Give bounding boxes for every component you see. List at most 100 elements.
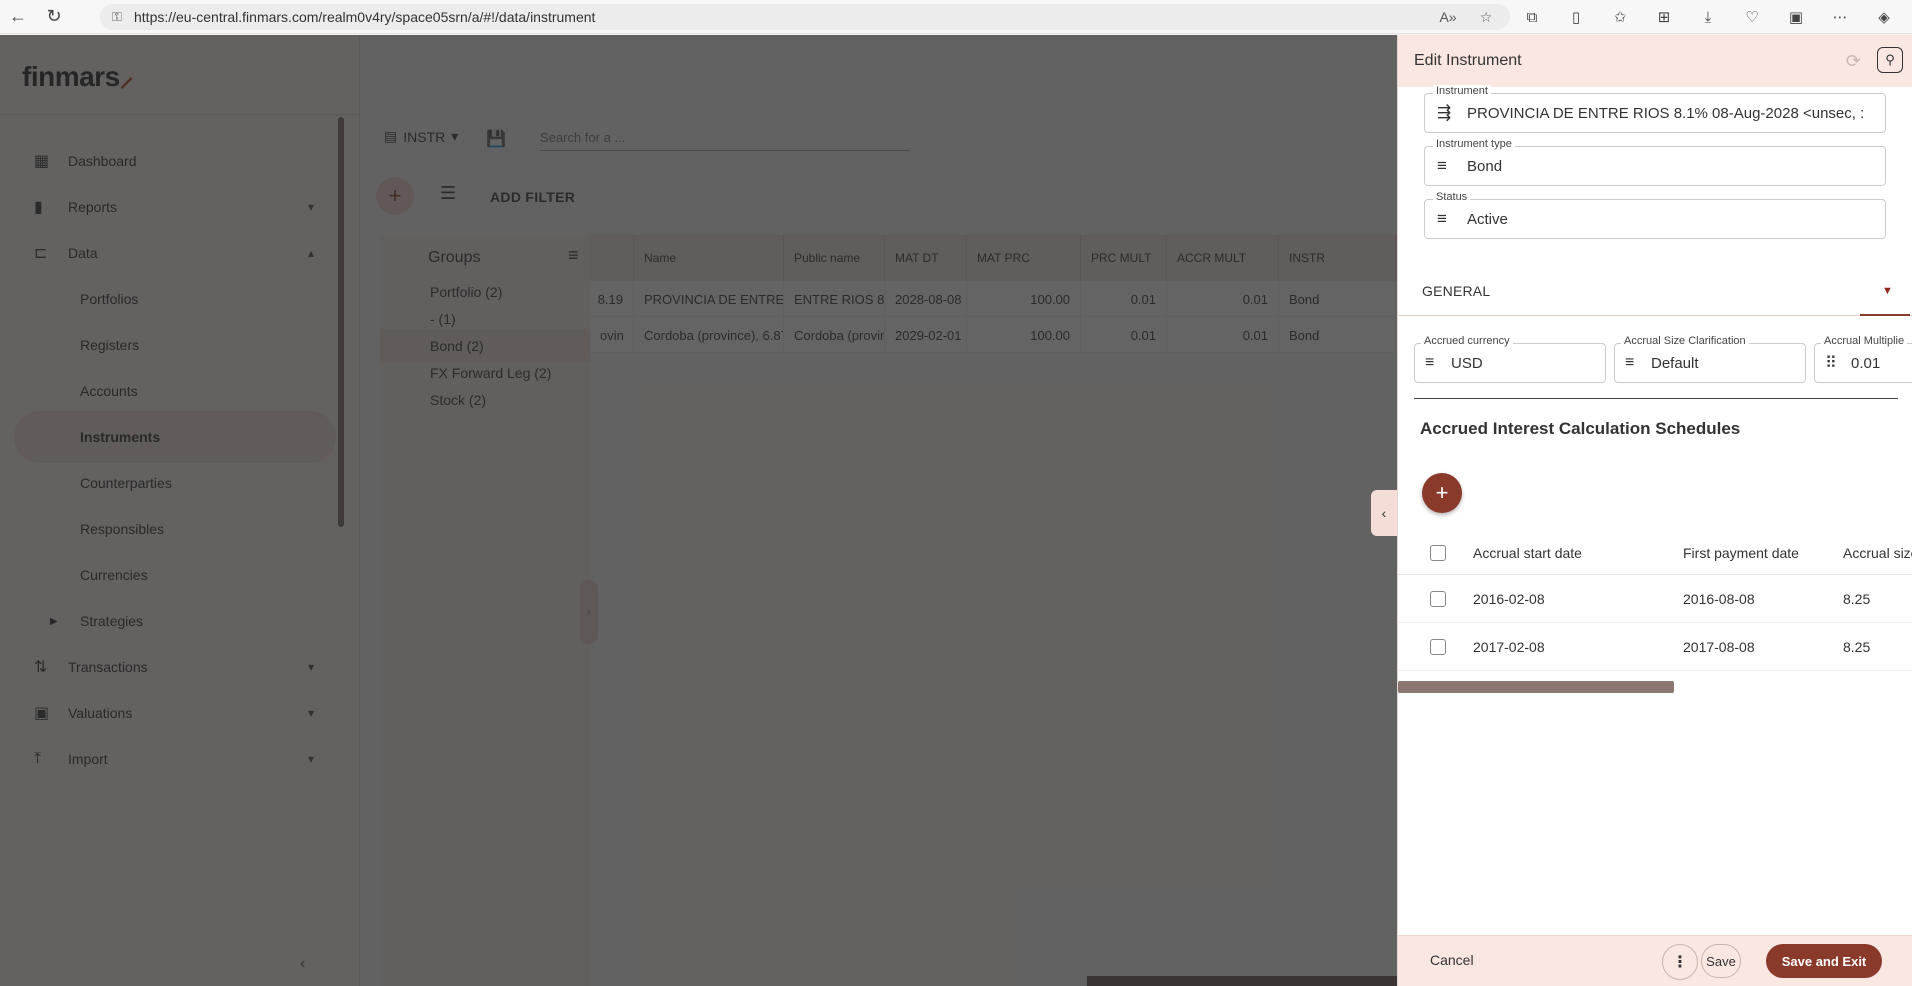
add-filter-button[interactable]: ADD FILTER bbox=[490, 189, 575, 205]
more-menu-icon[interactable]: ⋯ bbox=[1822, 4, 1858, 30]
chevron-down-icon: ▾ bbox=[307, 706, 314, 720]
site-info-icon[interactable]: ⚿ bbox=[112, 9, 134, 25]
collapse-sidebar-icon[interactable]: ‹ bbox=[300, 955, 305, 973]
instrument-type-field[interactable]: Instrument type ≡ Bond bbox=[1424, 138, 1886, 186]
row-checkbox[interactable] bbox=[1430, 590, 1446, 607]
browser-essentials-icon[interactable]: ▣ bbox=[1778, 4, 1814, 30]
import-icon: ⤒ bbox=[34, 750, 42, 767]
sidebar-item-accounts[interactable]: Accounts bbox=[14, 365, 336, 417]
dashboard-icon: ▦ bbox=[34, 153, 50, 170]
favorite-star-icon[interactable]: ☆ bbox=[1470, 4, 1502, 30]
finmars-logo[interactable]: finmars⸝ bbox=[22, 57, 134, 95]
sync-icon[interactable]: ⟳ bbox=[1846, 51, 1861, 72]
section-divider bbox=[1414, 398, 1898, 399]
caret-down-icon[interactable]: ▼ bbox=[1882, 285, 1893, 297]
sidebar-item-valuations[interactable]: ▣ Valuations ▾ bbox=[14, 687, 336, 739]
copilot-icon[interactable]: ◈ bbox=[1866, 4, 1902, 30]
bar-chart-icon: ▮ bbox=[34, 199, 43, 216]
downloads-icon[interactable]: ⤓ bbox=[1690, 4, 1726, 30]
tab-general[interactable]: GENERAL bbox=[1422, 283, 1490, 299]
sidebar-item-data[interactable]: ⊏ Data ▴ bbox=[14, 227, 336, 279]
instrument-icon: ⇶ bbox=[1437, 103, 1452, 122]
select-all-checkbox[interactable] bbox=[1430, 544, 1446, 561]
pin-icon[interactable]: ⚲ bbox=[1877, 47, 1903, 73]
sidebar-item-label: Strategies bbox=[80, 613, 144, 629]
sidebar-item-responsibles[interactable]: Responsibles bbox=[14, 503, 336, 555]
cancel-button[interactable]: Cancel bbox=[1430, 952, 1474, 968]
table-cell: Bond bbox=[1279, 281, 1397, 317]
sidebar-item-portfolios[interactable]: Portfolios bbox=[14, 273, 336, 325]
column-header[interactable]: Public name bbox=[784, 235, 885, 281]
split-screen-icon[interactable]: ▯ bbox=[1558, 4, 1594, 30]
extensions-icon[interactable]: ⧉ bbox=[1514, 4, 1550, 30]
collapse-panel-button[interactable]: ‹ bbox=[1371, 490, 1397, 536]
field-value: Bond bbox=[1467, 157, 1503, 175]
accrual-size-clarification-field[interactable]: Accrual Size Clarification ≡ Default bbox=[1614, 335, 1806, 383]
add-schedule-button[interactable]: + bbox=[1422, 473, 1462, 513]
table-cell: 100.00 bbox=[967, 317, 1081, 353]
schedule-row[interactable]: 2016-02-08 2016-08-08 8.25 bbox=[1398, 575, 1912, 623]
column-header[interactable]: MAT PRC bbox=[967, 235, 1081, 281]
performance-icon[interactable]: ♡ bbox=[1734, 4, 1770, 30]
search-input[interactable] bbox=[540, 125, 910, 151]
field-label: Accrued currency bbox=[1421, 335, 1513, 347]
data-tree-icon: ⊏ bbox=[34, 245, 48, 262]
save-button[interactable]: Save bbox=[1701, 944, 1741, 978]
sidebar-item-transactions[interactable]: ⇅ Transactions ▾ bbox=[14, 641, 336, 693]
column-header[interactable] bbox=[590, 235, 634, 281]
tab-divider bbox=[1398, 315, 1912, 316]
address-bar[interactable]: ⚿ https://eu-central.finmars.com/realm0v… bbox=[100, 4, 1510, 30]
tab-indicator bbox=[1860, 314, 1910, 316]
sidebar-item-label: Currencies bbox=[80, 567, 148, 583]
accrual-multiplier-field[interactable]: Accrual Multiplie ⠿ 0.01 bbox=[1814, 335, 1912, 383]
sidebar-item-registers[interactable]: Registers bbox=[14, 319, 336, 371]
column-header[interactable]: MAT DT bbox=[885, 235, 967, 281]
sidebar-item-counterparties[interactable]: Counterparties bbox=[14, 457, 336, 509]
column-header[interactable]: First payment date bbox=[1683, 545, 1799, 561]
sidebar-scrollbar[interactable] bbox=[338, 117, 344, 527]
table-row[interactable]: 8.19 PROVINCIA DE ENTRE RIOS ENTRE RIOS … bbox=[590, 281, 1397, 317]
column-header[interactable]: Accrual size bbox=[1843, 545, 1912, 561]
instrument-field[interactable]: Instrument ⇶ PROVINCIA DE ENTRE RIOS 8.1… bbox=[1424, 85, 1886, 133]
column-header[interactable]: Accrual start date bbox=[1473, 545, 1582, 561]
groups-splitter-handle[interactable]: ‹ bbox=[580, 580, 598, 644]
sidebar-item-currencies[interactable]: Currencies bbox=[14, 549, 336, 601]
sidebar-item-import[interactable]: ⤒ Import ▾ bbox=[14, 733, 336, 785]
table-cell: 8.25 bbox=[1843, 638, 1871, 655]
read-aloud-icon[interactable]: A» bbox=[1432, 4, 1464, 30]
number-grid-icon: ⠿ bbox=[1825, 355, 1837, 372]
favorites-icon[interactable]: ✩ bbox=[1602, 4, 1638, 30]
layout-selector[interactable]: ▤ INSTR ▾ bbox=[384, 128, 458, 145]
table-row[interactable]: ovin Cordoba (province), 6.875% Cordoba … bbox=[590, 317, 1397, 353]
sidebar-item-dashboard[interactable]: ▦ Dashboard bbox=[14, 135, 336, 187]
schedule-row[interactable]: 2017-02-08 2017-08-08 8.25 bbox=[1398, 623, 1912, 671]
column-header[interactable]: PRC MULT bbox=[1081, 235, 1167, 281]
field-label: Accrual Multiplie bbox=[1821, 335, 1908, 347]
column-header[interactable]: INSTR bbox=[1279, 235, 1397, 281]
sidebar-item-reports[interactable]: ▮ Reports ▾ bbox=[14, 181, 336, 233]
collections-icon[interactable]: ⊞ bbox=[1646, 4, 1682, 30]
status-field[interactable]: Status ≡ Active bbox=[1424, 191, 1886, 239]
sidebar-item-instruments[interactable]: Instruments bbox=[14, 411, 336, 463]
row-checkbox[interactable] bbox=[1430, 638, 1446, 655]
save-layout-icon[interactable]: 💾 bbox=[486, 129, 506, 149]
back-icon[interactable]: ← bbox=[0, 2, 36, 32]
save-and-exit-button[interactable]: Save and Exit bbox=[1766, 944, 1882, 978]
views-icon[interactable]: ☰ bbox=[440, 183, 456, 204]
more-options-button[interactable]: ⋮ bbox=[1662, 944, 1698, 980]
horizontal-scrollbar[interactable] bbox=[1087, 976, 1397, 986]
menu-icon[interactable]: ≡ bbox=[568, 245, 579, 266]
column-header[interactable]: Name bbox=[634, 235, 784, 281]
field-label: Instrument bbox=[1433, 85, 1491, 97]
group-item[interactable]: Stock (2) bbox=[380, 383, 590, 416]
chevron-down-icon: ▾ bbox=[451, 128, 459, 144]
refresh-icon[interactable]: ↻ bbox=[36, 2, 72, 32]
accrued-currency-field[interactable]: Accrued currency ≡ USD bbox=[1414, 335, 1606, 383]
table-cell: 100.00 bbox=[967, 281, 1081, 317]
chevron-up-icon: ▴ bbox=[307, 246, 314, 260]
add-entity-button[interactable]: + bbox=[376, 177, 414, 215]
column-header[interactable]: ACCR MULT bbox=[1167, 235, 1279, 281]
schedule-scrollbar[interactable] bbox=[1398, 681, 1674, 693]
sidebar-item-strategies[interactable]: ▶ Strategies bbox=[14, 595, 336, 647]
main-content: ▤ INSTR ▾ 💾 + ☰ ADD FILTER Groups ≡ Port… bbox=[360, 35, 1397, 986]
